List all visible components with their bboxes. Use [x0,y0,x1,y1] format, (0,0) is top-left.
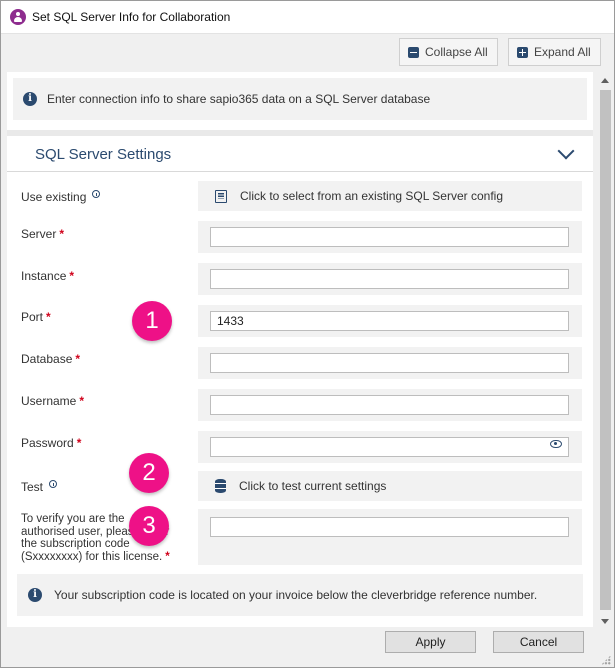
test-settings-text: Click to test current settings [239,479,387,493]
info-text: Enter connection info to share sapio365 … [47,92,431,106]
instance-row [198,263,582,295]
select-existing-config-button[interactable]: Click to select from an existing SQL Ser… [198,181,582,211]
server-row [198,221,582,253]
port-row [198,305,582,337]
scroll-up-arrow-icon[interactable] [601,78,609,83]
expand-icon [517,46,528,58]
port-input[interactable] [210,311,569,331]
password-label: Password * [21,436,82,450]
subscription-row [198,509,582,565]
info-tooltip-icon[interactable] [49,480,58,488]
info-icon: i [23,92,37,106]
select-existing-config-text: Click to select from an existing SQL Ser… [240,189,503,203]
eye-icon[interactable] [550,440,562,448]
use-existing-row: Click to select from an existing SQL Ser… [198,181,582,211]
info-banner: i Enter connection info to share sapio36… [13,78,587,120]
expand-all-button[interactable]: Expand All [508,38,601,66]
subscription-code-input[interactable] [210,517,569,537]
collapse-icon [408,46,419,58]
dialog-window: Set SQL Server Info for Collaboration Co… [0,0,615,668]
vertical-scrollbar[interactable] [597,72,614,631]
port-label: Port * [21,310,51,324]
apply-button[interactable]: Apply [385,631,476,653]
content-panel: i Enter connection info to share sapio36… [7,72,593,627]
resize-grip-icon[interactable] [601,655,611,665]
test-row: Click to test current settings [198,471,582,501]
use-existing-label: Use existing [21,190,101,204]
collapse-all-label: Collapse All [425,45,488,59]
server-label: Server * [21,227,65,241]
toolbar: Collapse All Expand All [1,34,614,72]
list-icon [215,189,227,203]
callout-badge-2: 2 [129,453,169,493]
database-input[interactable] [210,353,569,373]
title-bar: Set SQL Server Info for Collaboration [1,1,614,34]
callout-badge-1: 1 [132,301,172,341]
server-input[interactable] [210,227,569,247]
instance-input[interactable] [210,269,569,289]
expand-all-label: Expand All [534,45,591,59]
app-logo-icon [10,9,26,25]
scrollbar-thumb[interactable] [600,90,611,610]
info-tooltip-icon[interactable] [92,190,101,198]
cancel-button[interactable]: Cancel [493,631,584,653]
test-settings-button[interactable]: Click to test current settings [198,471,582,501]
username-input[interactable] [210,395,569,415]
section-title: SQL Server Settings [35,146,172,163]
dialog-footer: Apply Cancel [1,631,614,667]
username-row [198,389,582,421]
collapse-all-button[interactable]: Collapse All [399,38,498,66]
subscription-note: i Your subscription code is located on y… [17,574,583,616]
instance-label: Instance * [21,269,75,283]
section-header[interactable]: SQL Server Settings [7,136,593,172]
database-label: Database * [21,352,81,366]
database-row [198,347,582,379]
password-row [198,431,582,463]
test-label: Test [21,480,58,494]
password-input[interactable] [210,437,569,457]
chevron-down-icon[interactable] [557,142,575,160]
username-label: Username * [21,394,85,408]
subscription-note-text: Your subscription code is located on you… [54,588,538,602]
scroll-down-arrow-icon[interactable] [601,619,609,624]
info-icon: i [28,588,42,602]
callout-badge-3: 3 [129,506,169,546]
database-icon [215,479,226,493]
window-title: Set SQL Server Info for Collaboration [32,10,231,24]
